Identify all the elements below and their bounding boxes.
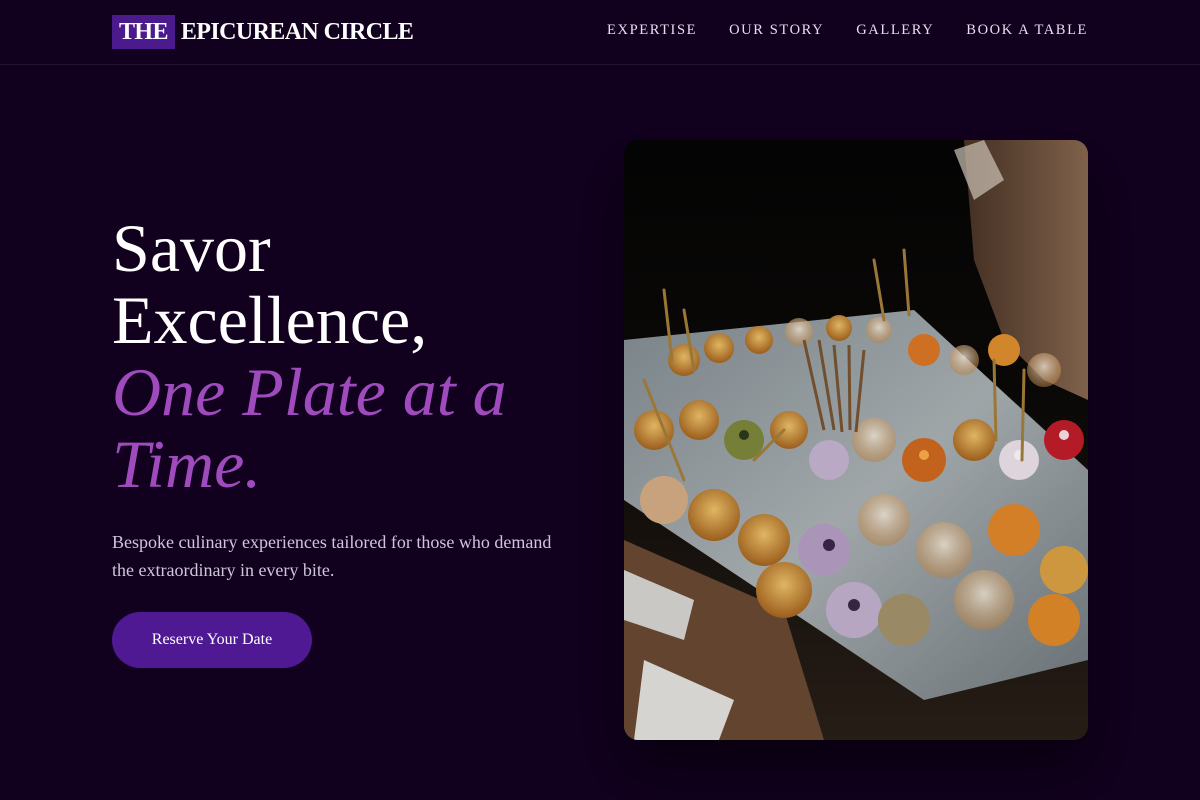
headline-line-2: Excellence, [112,282,428,358]
reserve-date-button[interactable]: Reserve Your Date [112,612,312,668]
nav-links: EXPERTISE OUR STORY GALLERY BOOK A TABLE [607,20,1088,40]
canape-platter-image [624,140,1088,740]
logo-text: EPICUREAN CIRCLE [180,18,414,45]
hero-headline: Savor Excellence, One Plate at a Time. [112,212,582,500]
hero-food-photo [624,140,1088,740]
nav-link-our-story[interactable]: OUR STORY [729,20,824,40]
hero-subtitle: Bespoke culinary experiences tailored fo… [112,532,552,580]
brand-logo[interactable]: THE EPICUREAN CIRCLE [112,15,414,49]
nav-link-book-a-table[interactable]: BOOK A TABLE [966,20,1088,40]
nav-link-expertise[interactable]: EXPERTISE [607,20,697,40]
top-navigation: THE EPICUREAN CIRCLE EXPERTISE OUR STORY… [0,0,1200,65]
logo-mark: THE [112,15,175,49]
headline-line-1: Savor [112,210,271,286]
hero-section: Savor Excellence, One Plate at a Time. B… [112,212,582,584]
headline-accent: One Plate at a Time. [112,354,507,502]
nav-link-gallery[interactable]: GALLERY [856,20,934,40]
